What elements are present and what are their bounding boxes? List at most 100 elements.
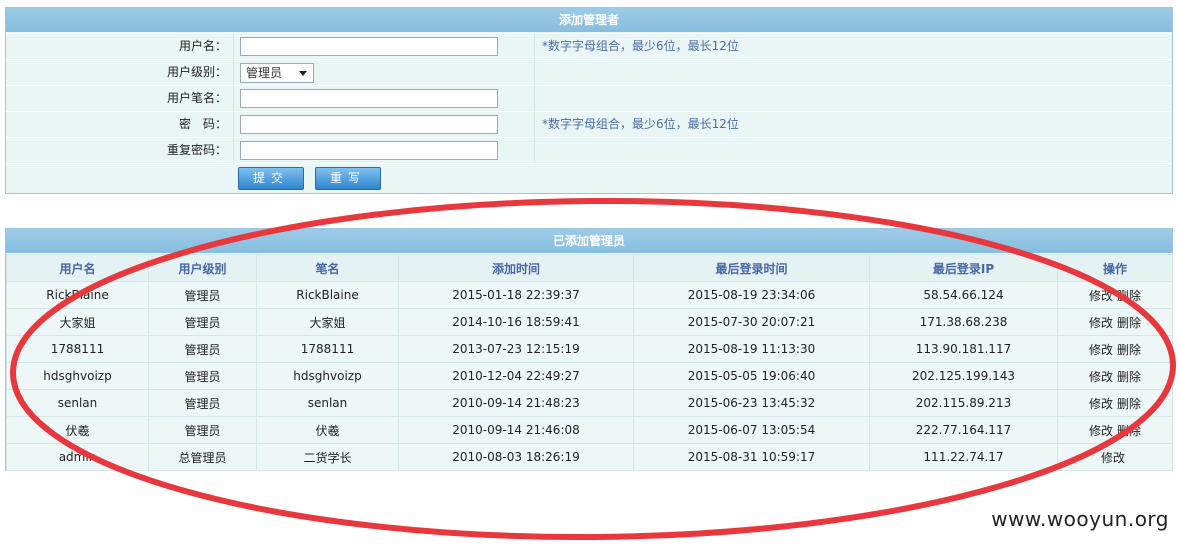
level-select[interactable]: 管理员: [240, 63, 314, 83]
nickname-row: 用户笔名：: [6, 85, 1172, 111]
cell-actions: 修改 删除: [1057, 362, 1173, 390]
cell-added-time: 2013-07-23 12:15:19: [398, 335, 634, 363]
cell-last-login-time: 2015-08-19 23:34:06: [633, 281, 870, 309]
cell-penname: 伏羲: [256, 416, 399, 444]
delete-link[interactable]: 删除: [1117, 316, 1141, 330]
edit-link[interactable]: 修改: [1089, 424, 1113, 438]
nickname-input[interactable]: [240, 89, 498, 108]
cell-added-time: 2015-01-18 22:39:37: [398, 281, 634, 309]
username-hint: *数字字母组合，最少6位，最长12位: [542, 39, 739, 53]
cell-actions: 修改 删除: [1057, 335, 1173, 363]
col-actions: 操作: [1057, 254, 1173, 282]
cell-penname: 二货学长: [256, 443, 399, 471]
admin-table: 用户名 用户级别 笔名 添加时间 最后登录时间 最后登录IP 操作 RickBl…: [6, 254, 1173, 471]
cell-level: 管理员: [148, 416, 257, 444]
cell-last-login-time: 2015-08-31 10:59:17: [633, 443, 870, 471]
confirm-label: 重复密码：: [166, 143, 227, 157]
delete-link[interactable]: 删除: [1117, 370, 1141, 384]
cell-username: admin: [6, 443, 149, 471]
col-username: 用户名: [6, 254, 149, 282]
username-row: 用户名： *数字字母组合，最少6位，最长12位: [6, 33, 1172, 59]
cell-last-login-ip: 202.125.199.143: [869, 362, 1058, 390]
cell-actions: 修改 删除: [1057, 416, 1173, 444]
password-hint: *数字字母组合，最少6位，最长12位: [542, 117, 739, 131]
col-level: 用户级别: [148, 254, 257, 282]
username-input[interactable]: [240, 37, 498, 56]
username-label: 用户名：: [178, 39, 227, 53]
cell-penname: 大家姐: [256, 308, 399, 336]
cell-username: RickBlaine: [6, 281, 149, 309]
edit-link[interactable]: 修改: [1089, 343, 1113, 357]
watermark: www.wooyun.org: [991, 507, 1169, 531]
cell-last-login-time: 2015-06-23 13:45:32: [633, 389, 870, 417]
cell-level: 管理员: [148, 389, 257, 417]
cell-last-login-ip: 202.115.89.213: [869, 389, 1058, 417]
level-select-value: 管理员: [246, 66, 283, 80]
reset-button[interactable]: 重写: [315, 167, 381, 190]
cell-level: 总管理员: [148, 443, 257, 471]
level-row: 用户级别： 管理员: [6, 59, 1172, 85]
cell-username: 大家姐: [6, 308, 149, 336]
cell-last-login-time: 2015-08-19 11:13:30: [633, 335, 870, 363]
cell-last-login-ip: 111.22.74.17: [869, 443, 1058, 471]
button-row: 提交 重写: [6, 163, 1172, 193]
admin-list-panel: 已添加管理员 用户名 用户级别 笔名 添加时间 最后登录时间 最后登录IP 操作…: [5, 228, 1173, 471]
cell-actions: 修改 删除: [1057, 308, 1173, 336]
cell-actions: 修改: [1057, 443, 1173, 471]
cell-last-login-ip: 58.54.66.124: [869, 281, 1058, 309]
cell-username: hdsghvoizp: [6, 362, 149, 390]
edit-link[interactable]: 修改: [1089, 397, 1113, 411]
cell-last-login-ip: 222.77.164.117: [869, 416, 1058, 444]
cell-penname: RickBlaine: [256, 281, 399, 309]
cell-penname: hdsghvoizp: [256, 362, 399, 390]
cell-added-time: 2010-12-04 22:49:27: [398, 362, 634, 390]
confirm-row: 重复密码：: [6, 137, 1172, 163]
table-row: 伏羲 管理员 伏羲 2010-09-14 21:46:08 2015-06-07…: [6, 416, 1173, 444]
nickname-label: 用户笔名：: [166, 91, 227, 105]
col-last-login-ip: 最后登录IP: [869, 254, 1058, 282]
cell-level: 管理员: [148, 335, 257, 363]
cell-last-login-ip: 113.90.181.117: [869, 335, 1058, 363]
add-admin-panel: 添加管理者 用户名： *数字字母组合，最少6位，最长12位 用户级别： 管理员 …: [5, 7, 1173, 194]
password-input[interactable]: [240, 115, 498, 134]
col-penname: 笔名: [256, 254, 399, 282]
cell-level: 管理员: [148, 281, 257, 309]
cell-last-login-ip: 171.38.68.238: [869, 308, 1058, 336]
password-row: 密 码： *数字字母组合，最少6位，最长12位: [6, 111, 1172, 137]
delete-link[interactable]: 删除: [1117, 343, 1141, 357]
edit-link[interactable]: 修改: [1101, 451, 1125, 465]
col-last-login-time: 最后登录时间: [633, 254, 870, 282]
delete-link[interactable]: 删除: [1117, 424, 1141, 438]
edit-link[interactable]: 修改: [1089, 370, 1113, 384]
cell-penname: 1788111: [256, 335, 399, 363]
cell-actions: 修改 删除: [1057, 281, 1173, 309]
password-label: 密 码：: [178, 117, 227, 131]
delete-link[interactable]: 删除: [1117, 289, 1141, 303]
cell-added-time: 2010-09-14 21:46:08: [398, 416, 634, 444]
edit-link[interactable]: 修改: [1089, 289, 1113, 303]
table-row: hdsghvoizp 管理员 hdsghvoizp 2010-12-04 22:…: [6, 362, 1173, 390]
cell-username: senlan: [6, 389, 149, 417]
level-label: 用户级别：: [166, 65, 227, 79]
cell-level: 管理员: [148, 308, 257, 336]
table-row: 大家姐 管理员 大家姐 2014-10-16 18:59:41 2015-07-…: [6, 308, 1173, 336]
table-row: senlan 管理员 senlan 2010-09-14 21:48:23 20…: [6, 389, 1173, 417]
cell-added-time: 2010-09-14 21:48:23: [398, 389, 634, 417]
cell-last-login-time: 2015-07-30 20:07:21: [633, 308, 870, 336]
cell-level: 管理员: [148, 362, 257, 390]
cell-last-login-time: 2015-05-05 19:06:40: [633, 362, 870, 390]
confirm-password-input[interactable]: [240, 141, 498, 160]
chevron-down-icon: [299, 71, 307, 76]
col-added-time: 添加时间: [398, 254, 634, 282]
cell-username: 伏羲: [6, 416, 149, 444]
table-row: admin 总管理员 二货学长 2010-08-03 18:26:19 2015…: [6, 443, 1173, 471]
add-admin-title: 添加管理者: [6, 8, 1172, 32]
cell-last-login-time: 2015-06-07 13:05:54: [633, 416, 870, 444]
cell-actions: 修改 删除: [1057, 389, 1173, 417]
edit-link[interactable]: 修改: [1089, 316, 1113, 330]
submit-button[interactable]: 提交: [238, 167, 304, 190]
cell-added-time: 2010-08-03 18:26:19: [398, 443, 634, 471]
delete-link[interactable]: 删除: [1117, 397, 1141, 411]
cell-penname: senlan: [256, 389, 399, 417]
table-row: 1788111 管理员 1788111 2013-07-23 12:15:19 …: [6, 335, 1173, 363]
